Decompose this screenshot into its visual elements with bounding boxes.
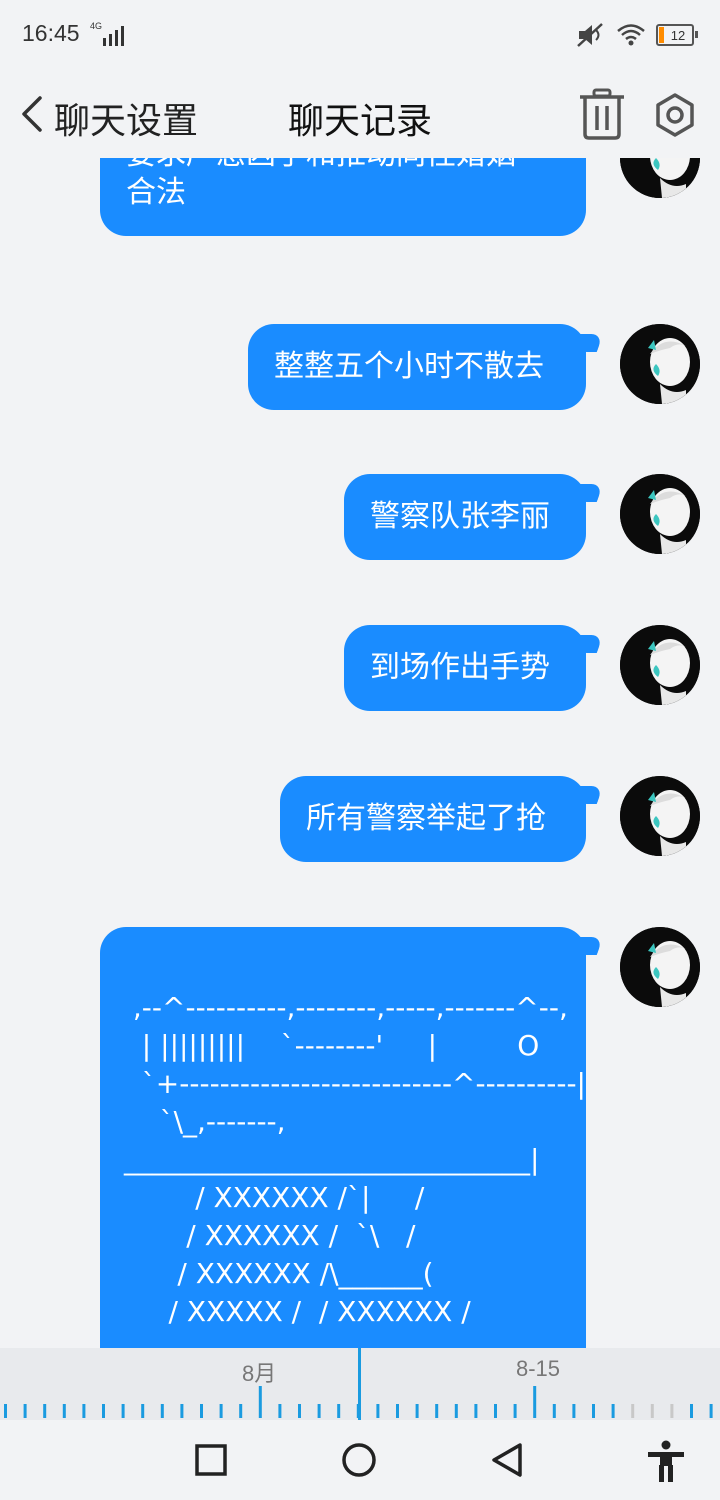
message-text: _____________________________| [124, 1143, 540, 1176]
timeline-tick [102, 1404, 105, 1418]
timeline-tick [298, 1404, 301, 1418]
avatar[interactable] [620, 158, 700, 198]
message-text: 整整五个小时不散去 [274, 349, 544, 384]
network-type: 4G [90, 21, 103, 31]
message-text: / XXXXXX /\______( [124, 1257, 434, 1290]
message-bubble[interactable]: 警察队张李丽 [344, 474, 604, 560]
timeline-tick [278, 1404, 282, 1418]
message-text: / XXXXX / / XXXXXX / [124, 1295, 471, 1328]
message-text: | ||||||||| `--------' | O [124, 1029, 540, 1062]
timeline-tick [494, 1404, 497, 1418]
avatar-image [620, 625, 700, 705]
recent-apps-icon[interactable] [194, 1440, 228, 1480]
timeline-tick [160, 1404, 164, 1418]
status-bar: 16:45 4G 12 [0, 0, 720, 72]
timeline-tick [317, 1404, 321, 1418]
message-bubble[interactable]: 要求严惩凶手和推动同性婚姻 合法 [100, 158, 586, 236]
avatar[interactable] [620, 324, 700, 404]
timeline-tick [180, 1404, 184, 1418]
header: 聊天设置 聊天记录 [0, 72, 720, 158]
message-text: 合法 [126, 175, 186, 210]
timeline-tick [43, 1404, 47, 1418]
system-nav-bar [0, 1420, 720, 1500]
mute-icon [577, 23, 603, 47]
timeline-tick [572, 1404, 576, 1418]
timeline-tick [141, 1404, 145, 1418]
timeline-tick [474, 1404, 478, 1418]
accessibility-icon[interactable] [646, 1440, 686, 1484]
timeline-tick [239, 1404, 243, 1418]
avatar-image [620, 776, 700, 856]
avatar[interactable] [620, 927, 700, 1007]
chevron-left-icon[interactable] [18, 94, 44, 134]
message-text: ,--^----------,--------,-----,-------^--… [124, 991, 568, 1024]
message-bubble[interactable]: 所有警察举起了抢 [280, 776, 604, 862]
message-text: / XXXXXX /`| / [124, 1181, 425, 1214]
message-bubble[interactable]: 到场作出手势 [344, 625, 604, 711]
trash-icon[interactable] [578, 88, 626, 140]
message-bubble[interactable]: ,--^----------,--------,-----,-------^--… [100, 927, 604, 1348]
timeline-tick [415, 1404, 419, 1418]
timeline-cursor[interactable] [358, 1348, 361, 1420]
timeline-tick [513, 1404, 517, 1418]
timeline-tick [337, 1404, 341, 1418]
battery-icon: 12 [656, 24, 698, 46]
avatar[interactable] [620, 776, 700, 856]
timeline-tick [4, 1404, 7, 1418]
timeline-tick [219, 1404, 223, 1418]
timeline-tick [62, 1404, 66, 1418]
timeline-tick [611, 1404, 615, 1418]
gear-icon[interactable] [652, 92, 698, 138]
back-nav-icon[interactable] [490, 1440, 524, 1480]
timeline-tick [258, 1386, 262, 1418]
message-text: `\_,-------, [124, 1105, 286, 1138]
message-text: 警察队张李丽 [370, 499, 550, 534]
timeline-tick [23, 1404, 27, 1418]
signal-icon [103, 26, 124, 46]
timeline-tick [650, 1404, 654, 1418]
message-bubble[interactable]: 整整五个小时不散去 [248, 324, 604, 410]
avatar-image [620, 927, 700, 1007]
timeline-tick [631, 1404, 635, 1418]
wifi-icon [617, 24, 645, 46]
avatar[interactable] [620, 474, 700, 554]
timeline-tick [670, 1404, 674, 1418]
avatar[interactable] [620, 625, 700, 705]
battery-level: 12 [670, 27, 686, 43]
message-text: 到场作出手势 [370, 650, 550, 685]
timeline-tick [709, 1404, 713, 1418]
timeline-tick [82, 1404, 86, 1418]
message-text: 要求严惩凶手和推动同性婚姻 [126, 158, 560, 174]
back-button[interactable]: 聊天设置 [54, 92, 198, 144]
timeline-tick [435, 1404, 439, 1418]
home-icon[interactable] [340, 1440, 378, 1480]
avatar-image [620, 158, 700, 198]
clock: 16:45 [22, 20, 80, 46]
avatar-image [620, 324, 700, 404]
timeline-tick [376, 1404, 380, 1418]
page-title: 聊天记录 [287, 101, 432, 142]
timeline-tick [592, 1404, 595, 1418]
timeline-tick [552, 1404, 556, 1418]
timeline-tick [396, 1404, 399, 1418]
timeline-tick [121, 1404, 125, 1418]
chat-history[interactable]: 要求严惩凶手和推动同性婚姻 合法 整整五个小时不散去 [0, 158, 720, 1348]
timeline-tick [200, 1404, 203, 1418]
message-text: 所有警察举起了抢 [306, 801, 546, 836]
timeline-tick [690, 1404, 693, 1418]
message-text: `+---------------------------^----------… [124, 1067, 586, 1100]
message-text: / XXXXXX / `\ / [124, 1219, 416, 1252]
avatar-image [620, 474, 700, 554]
timeline-tick [533, 1386, 537, 1418]
timeline-scrubber[interactable]: 8月 8-15 [0, 1348, 720, 1420]
timeline-tick [454, 1404, 458, 1418]
